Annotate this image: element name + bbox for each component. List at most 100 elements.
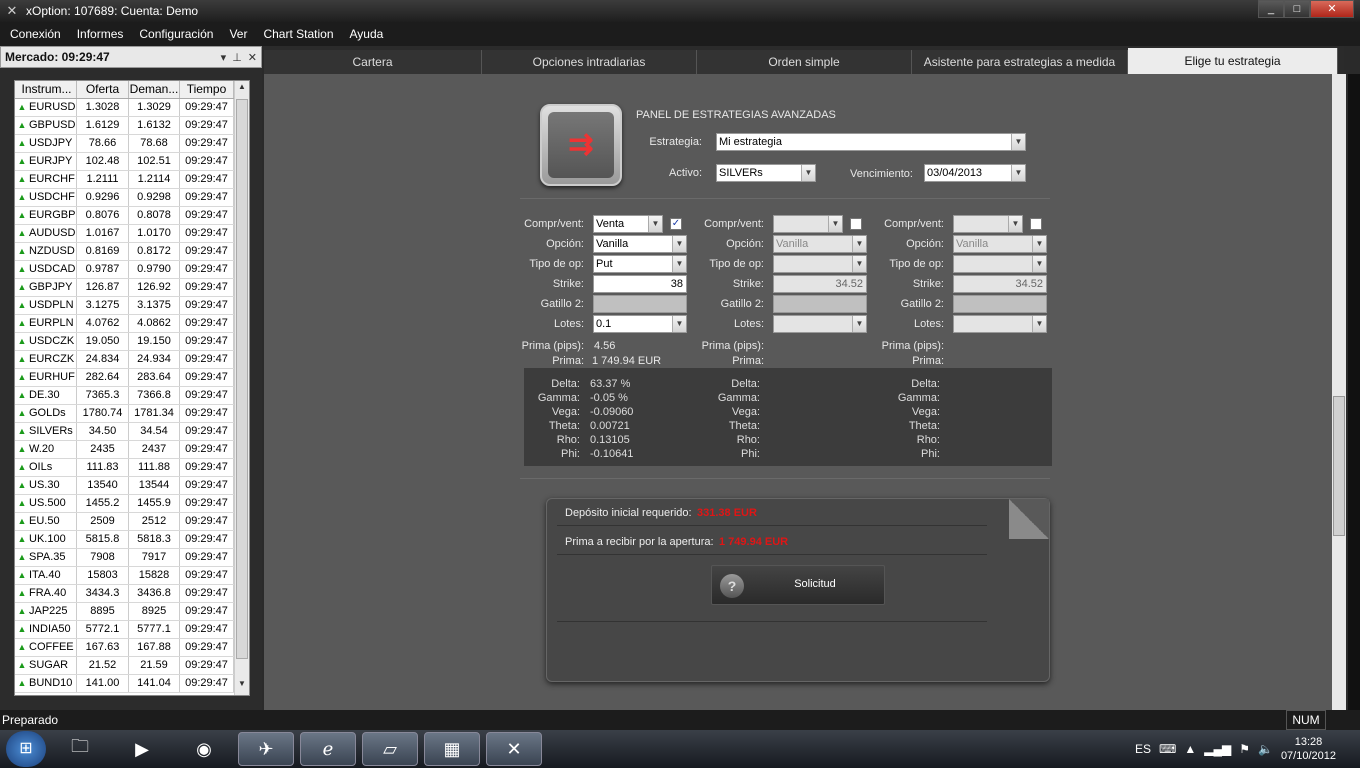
table-row[interactable]: ▲ US.30 13540 13544 09:29:47 <box>15 477 249 495</box>
table-row[interactable]: ▲ EURJPY 102.48 102.51 09:29:47 <box>15 153 249 171</box>
menu-informes[interactable]: Informes <box>71 27 130 41</box>
calculator-icon[interactable]: ▦ <box>424 732 480 766</box>
table-row[interactable]: ▲ DE.30 7365.3 7366.8 09:29:47 <box>15 387 249 405</box>
table-row[interactable]: ▲ EU.50 2509 2512 09:29:47 <box>15 513 249 531</box>
notepad-icon[interactable]: ▱ <box>362 732 418 766</box>
leg1-comp-select[interactable]: Venta ▼ <box>593 215 663 233</box>
leg3-checkbox[interactable] <box>1030 218 1042 230</box>
leg2-gatillo-input[interactable] <box>773 295 867 313</box>
col-instrument[interactable]: Instrum... <box>15 81 77 98</box>
solicitud-button[interactable]: ? Solicitud <box>711 565 885 605</box>
table-row[interactable]: ▲ BUND10 141.00 141.04 09:29:47 <box>15 675 249 693</box>
table-row[interactable]: ▲ GBPJPY 126.87 126.92 09:29:47 <box>15 279 249 297</box>
menu-ayuda[interactable]: Ayuda <box>344 27 390 41</box>
chevron-down-icon[interactable]: ▼ <box>648 216 662 232</box>
leg2-comp-select[interactable]: ▼ <box>773 215 843 233</box>
table-row[interactable]: ▲ JAP225 8895 8925 09:29:47 <box>15 603 249 621</box>
leg3-lotes-select[interactable]: ▼ <box>953 315 1047 333</box>
tab-asistente[interactable]: Asistente para estrategias a medida <box>912 50 1128 74</box>
show-hidden-icons-icon[interactable]: ▲ <box>1184 742 1196 756</box>
menu-ver[interactable]: Ver <box>223 27 253 41</box>
table-row[interactable]: ▲ USDCAD 0.9787 0.9790 09:29:47 <box>15 261 249 279</box>
table-row[interactable]: ▲ FRA.40 3434.3 3436.8 09:29:47 <box>15 585 249 603</box>
table-row[interactable]: ▲ EURGBP 0.8076 0.8078 09:29:47 <box>15 207 249 225</box>
market-scrollbar[interactable]: ▲ ▼ <box>234 81 249 695</box>
table-row[interactable]: ▲ GBPUSD 1.6129 1.6132 09:29:47 <box>15 117 249 135</box>
leg2-opcion-select[interactable]: Vanilla ▼ <box>773 235 867 253</box>
table-row[interactable]: ▲ SPA.35 7908 7917 09:29:47 <box>15 549 249 567</box>
leg2-lotes-select[interactable]: ▼ <box>773 315 867 333</box>
table-row[interactable]: ▲ USDCHF 0.9296 0.9298 09:29:47 <box>15 189 249 207</box>
col-tiempo[interactable]: Tiempo <box>180 81 234 98</box>
dropdown-icon[interactable]: ▾ <box>221 51 227 64</box>
col-oferta[interactable]: Oferta <box>77 81 129 98</box>
close-pane-icon[interactable]: ✕ <box>248 51 257 64</box>
table-row[interactable]: ▲ ITA.40 15803 15828 09:29:47 <box>15 567 249 585</box>
leg1-tipo-select[interactable]: Put ▼ <box>593 255 687 273</box>
leg3-gatillo-input[interactable] <box>953 295 1047 313</box>
maximize-button[interactable]: □ <box>1284 0 1310 18</box>
tab-orden-simple[interactable]: Orden simple <box>697 50 912 74</box>
scroll-thumb[interactable] <box>236 99 248 659</box>
table-row[interactable]: ▲ SILVERs 34.50 34.54 09:29:47 <box>15 423 249 441</box>
leg2-tipo-select[interactable]: ▼ <box>773 255 867 273</box>
leg2-strike-input[interactable]: 34.52 <box>773 275 867 293</box>
table-row[interactable]: ▲ EURPLN 4.0762 4.0862 09:29:47 <box>15 315 249 333</box>
table-row[interactable]: ▲ NZDUSD 0.8169 0.8172 09:29:47 <box>15 243 249 261</box>
scroll-up-icon[interactable]: ▲ <box>235 82 249 97</box>
table-row[interactable]: ▲ USDJPY 78.66 78.68 09:29:47 <box>15 135 249 153</box>
tab-opciones-intradiarias[interactable]: Opciones intradiarias <box>482 50 697 74</box>
menu-conexion[interactable]: Conexión <box>4 27 67 41</box>
table-row[interactable]: ▲ OILs 111.83 111.88 09:29:47 <box>15 459 249 477</box>
close-button[interactable]: ✕ <box>1310 0 1354 18</box>
chevron-down-icon[interactable]: ▼ <box>1032 236 1046 252</box>
panel-scroll-thumb[interactable] <box>1333 396 1345 536</box>
table-row[interactable]: ▲ COFFEE 167.63 167.88 09:29:47 <box>15 639 249 657</box>
table-row[interactable]: ▲ AUDUSD 1.0167 1.0170 09:29:47 <box>15 225 249 243</box>
table-row[interactable]: ▲ EURHUF 282.64 283.64 09:29:47 <box>15 369 249 387</box>
table-row[interactable]: ▲ W.20 2435 2437 09:29:47 <box>15 441 249 459</box>
table-row[interactable]: ▲ GOLDs 1780.74 1781.34 09:29:47 <box>15 405 249 423</box>
table-row[interactable]: ▲ EURCHF 1.2111 1.2114 09:29:47 <box>15 171 249 189</box>
leg3-tipo-select[interactable]: ▼ <box>953 255 1047 273</box>
table-row[interactable]: ▲ UK.100 5815.8 5818.3 09:29:47 <box>15 531 249 549</box>
leg3-opcion-select[interactable]: Vanilla ▼ <box>953 235 1047 253</box>
activo-select[interactable]: SILVERs ▼ <box>716 164 816 182</box>
chevron-down-icon[interactable]: ▼ <box>1032 316 1046 332</box>
chevron-down-icon[interactable]: ▼ <box>1008 216 1022 232</box>
table-row[interactable]: ▲ USDCZK 19.050 19.150 09:29:47 <box>15 333 249 351</box>
media-player-icon[interactable]: ▶ <box>114 732 170 766</box>
windows-start-icon[interactable]: ⊞ <box>6 731 46 767</box>
chevron-down-icon[interactable]: ▼ <box>1011 134 1025 150</box>
vencimiento-select[interactable]: 03/04/2013 ▼ <box>924 164 1026 182</box>
volume-icon[interactable]: 🔈 <box>1258 742 1273 756</box>
chevron-down-icon[interactable]: ▼ <box>828 216 842 232</box>
table-row[interactable]: ▲ EURCZK 24.834 24.934 09:29:47 <box>15 351 249 369</box>
file-explorer-icon[interactable]: 🗀 <box>52 732 108 766</box>
installer-icon[interactable]: ✈ <box>238 732 294 766</box>
flag-icon[interactable]: ⚑ <box>1239 742 1250 756</box>
leg1-checkbox[interactable]: ✓ <box>670 218 682 230</box>
minimize-button[interactable]: _ <box>1258 0 1284 18</box>
leg1-lotes-select[interactable]: 0.1 ▼ <box>593 315 687 333</box>
leg3-strike-input[interactable]: 34.52 <box>953 275 1047 293</box>
language-indicator[interactable]: ES <box>1135 742 1151 756</box>
table-row[interactable]: ▲ INDIA50 5772.1 5777.1 09:29:47 <box>15 621 249 639</box>
table-row[interactable]: ▲ SUGAR 21.52 21.59 09:29:47 <box>15 657 249 675</box>
menu-configuracion[interactable]: Configuración <box>133 27 219 41</box>
leg1-opcion-select[interactable]: Vanilla ▼ <box>593 235 687 253</box>
leg2-checkbox[interactable] <box>850 218 862 230</box>
tab-elige-tu-estrategia[interactable]: Elige tu estrategia <box>1128 48 1338 74</box>
xoption-taskbar-icon[interactable]: ✕ <box>486 732 542 766</box>
chrome-icon[interactable]: ◉ <box>176 732 232 766</box>
keyboard-icon[interactable]: ⌨ <box>1159 742 1176 756</box>
panel-scrollbar[interactable] <box>1332 74 1346 710</box>
leg1-gatillo-input[interactable] <box>593 295 687 313</box>
scroll-down-icon[interactable]: ▼ <box>235 679 249 694</box>
table-row[interactable]: ▲ US.500 1455.2 1455.9 09:29:47 <box>15 495 249 513</box>
pin-icon[interactable]: ⊥ <box>232 51 242 64</box>
col-demanda[interactable]: Deman... <box>129 81 180 98</box>
clock[interactable]: 13:28 07/10/2012 <box>1281 735 1336 763</box>
leg3-comp-select[interactable]: ▼ <box>953 215 1023 233</box>
chevron-down-icon[interactable]: ▼ <box>1032 256 1046 272</box>
